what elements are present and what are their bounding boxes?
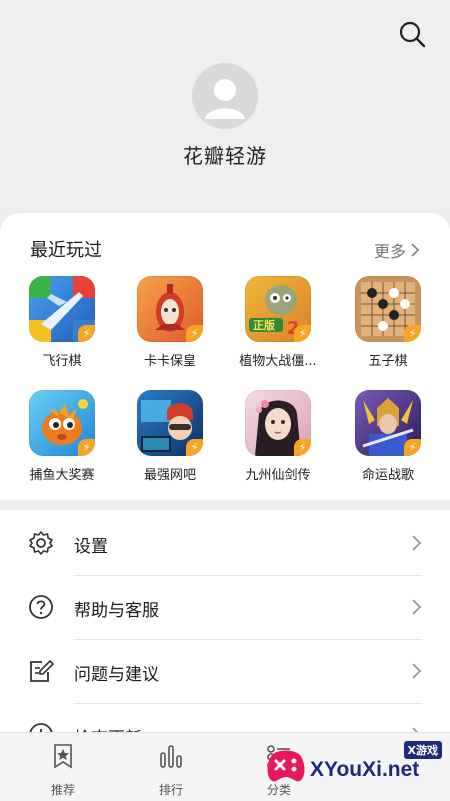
chevron-right-icon <box>411 243 420 257</box>
game-tile[interactable]: ⚡ 捕鱼大奖赛 <box>12 390 112 483</box>
chevron-right-icon <box>412 599 422 615</box>
game-name: 捕鱼大奖赛 <box>29 468 95 483</box>
game-name: 植物大战僵... <box>239 354 317 369</box>
instant-play-badge: ⚡ <box>294 325 311 342</box>
game-name: 九州仙剑传 <box>245 468 311 483</box>
game-name: 命运战歌 <box>361 468 414 483</box>
menu-item-settings[interactable]: 设置 <box>0 512 450 576</box>
ranking-icon <box>160 745 182 768</box>
watermark-badge: X游戏 <box>403 741 442 759</box>
nav-label: 推荐 <box>50 783 75 797</box>
game-tile[interactable]: ⚡ 命运战歌 <box>338 390 438 483</box>
feedback-icon <box>30 659 54 682</box>
gomoku-board-icon: ⚡ <box>355 276 421 342</box>
more-label: 更多 <box>373 242 406 261</box>
instant-play-badge: ⚡ <box>186 439 203 456</box>
fish-game-icon: ⚡ <box>29 390 95 456</box>
game-tile[interactable]: 正版 2 ⚡ 植物大战僵... <box>228 276 328 369</box>
chevron-right-icon <box>412 663 422 679</box>
chevron-right-icon <box>412 535 422 551</box>
avatar-icon <box>205 79 245 119</box>
gear-icon <box>29 531 53 555</box>
help-icon <box>29 595 53 619</box>
game-name: 五子棋 <box>368 354 408 369</box>
game-tile[interactable]: ⚡ 五子棋 <box>338 276 438 369</box>
fantasy-girl-icon: ⚡ <box>245 390 311 456</box>
warrior-game-icon: ⚡ <box>355 390 421 456</box>
instant-play-badge: ⚡ <box>404 439 421 456</box>
game-tile[interactable]: ⚡ 九州仙剑传 <box>228 390 328 483</box>
nav-label: 排行 <box>158 783 183 797</box>
menu-label: 设置 <box>74 537 108 557</box>
menu-label: 帮助与客服 <box>74 601 159 621</box>
menu-item-feedback[interactable]: 问题与建议 <box>0 640 450 704</box>
watermark-text: XYouXi.net <box>310 758 420 781</box>
username: 花瓣轻游 <box>183 144 267 168</box>
menu-item-help[interactable]: 帮助与客服 <box>0 576 450 640</box>
game-name: 最强网吧 <box>143 468 196 483</box>
instant-play-badge: ⚡ <box>78 439 95 456</box>
avatar[interactable] <box>192 63 258 129</box>
recent-title: 最近玩过 <box>30 240 102 261</box>
internet-cafe-icon: ⚡ <box>137 390 203 456</box>
instant-play-badge: ⚡ <box>404 325 421 342</box>
search-icon <box>399 21 426 48</box>
game-tile[interactable]: ⚡ 最强网吧 <box>120 390 220 483</box>
zombie-game-icon: 正版 2 ⚡ <box>245 276 311 342</box>
menu-label: 问题与建议 <box>74 665 159 685</box>
nav-recommend[interactable]: 推荐 <box>33 743 93 798</box>
instant-play-badge: ⚡ <box>78 325 95 342</box>
nav-ranking[interactable]: 排行 <box>141 743 201 798</box>
robot-card-icon: ⚡ <box>137 276 203 342</box>
instant-play-badge: ⚡ <box>294 439 311 456</box>
instant-play-badge: ⚡ <box>186 325 203 342</box>
search-button[interactable] <box>398 20 428 50</box>
game-tile[interactable]: ⚡ 飞行棋 <box>12 276 112 369</box>
game-name: 飞行棋 <box>42 354 82 369</box>
game-tile[interactable]: ⚡ 卡卡保皇 <box>120 276 220 369</box>
section-divider <box>0 500 450 510</box>
ludo-plane-icon: ⚡ <box>29 276 95 342</box>
game-name: 卡卡保皇 <box>143 354 196 369</box>
gamepad-logo-icon <box>267 750 305 782</box>
more-button[interactable]: 更多 <box>374 238 420 262</box>
svg-text:正版: 正版 <box>253 318 275 332</box>
recommend-icon <box>54 744 72 769</box>
site-watermark: XYouXi.net X游戏 <box>260 735 450 800</box>
